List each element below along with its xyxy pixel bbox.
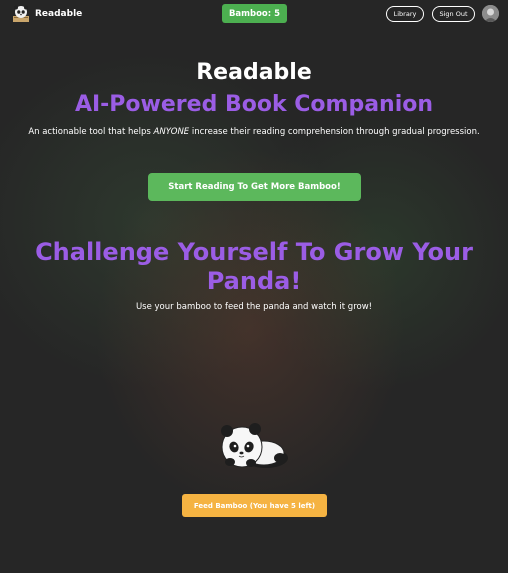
feed-bamboo-button[interactable]: Feed Bamboo (You have 5 left) (182, 494, 327, 517)
page-title: Readable (196, 60, 312, 85)
hero-desc-start: An actionable tool that helps (28, 127, 154, 137)
hero-description: An actionable tool that helps ANYONE inc… (0, 127, 508, 137)
brand-name: Readable (35, 9, 83, 19)
user-avatar[interactable] (482, 5, 499, 22)
library-button[interactable]: Library (386, 6, 424, 22)
panda-reading-logo-icon (13, 5, 29, 22)
brand-logo-link[interactable]: Readable (11, 4, 82, 24)
avatar-icon (482, 5, 499, 22)
sign-out-button[interactable]: Sign Out (432, 6, 475, 22)
top-navbar: Readable Bamboo: 5 Library Sign Out (0, 0, 508, 28)
hero-desc-end: increase their reading comprehension thr… (189, 127, 480, 137)
challenge-heading: Challenge Yourself To Grow Your Panda! (35, 238, 473, 295)
panda-mascot-icon (221, 423, 288, 468)
challenge-description: Use your bamboo to feed the panda and wa… (135, 302, 373, 312)
hero-subtitle: AI-Powered Book Companion (74, 92, 434, 117)
hero-desc-emphasis: ANYONE (153, 127, 190, 137)
start-reading-button[interactable]: Start Reading To Get More Bamboo! (148, 173, 361, 201)
bamboo-count-badge: Bamboo: 5 (222, 4, 287, 23)
